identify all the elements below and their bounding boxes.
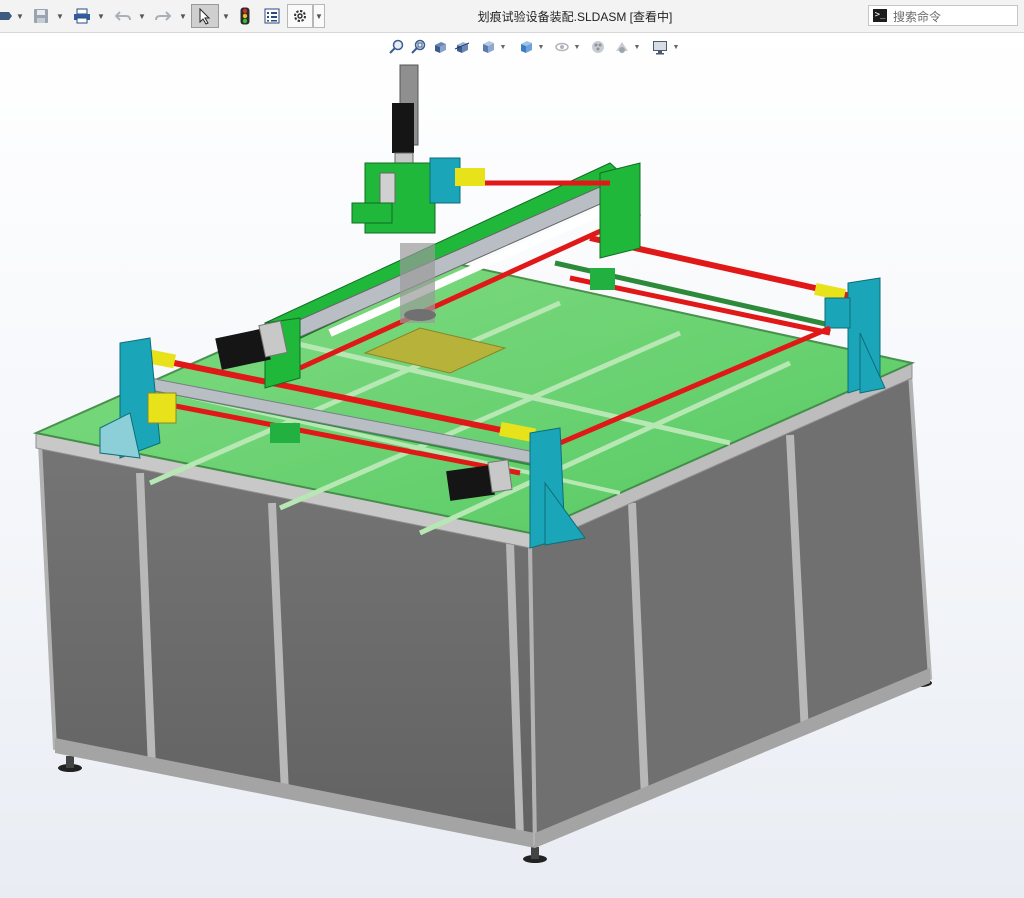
document-title: 划痕试验设备装配.SLDASM [查看中] [477,10,673,24]
search-commands-box[interactable]: >_ [868,5,1019,26]
view-orientation-icon[interactable] [478,36,498,58]
options-gear-icon[interactable] [287,4,313,28]
section-view-icon[interactable] [452,36,472,58]
chevron-down-icon[interactable]: ▼ [573,36,581,58]
open-menu-icon[interactable] [0,4,14,28]
chevron-down-icon[interactable]: ▼ [222,4,230,28]
chevron-down-icon[interactable]: ▼ [138,4,146,28]
file-properties-icon[interactable] [260,4,284,28]
save-icon[interactable] [30,4,52,28]
zoom-to-fit-icon[interactable] [386,36,406,58]
assembly-model[interactable] [0,33,1024,898]
chevron-down-icon[interactable]: ▼ [16,4,24,28]
print-icon[interactable] [70,4,94,28]
chevron-down-icon[interactable]: ▼ [97,4,105,28]
search-input[interactable] [891,7,1019,26]
chevron-down-icon[interactable]: ▼ [499,36,507,58]
heads-up-view-toolbar: ▼ ▼ ▼ ▼ ▼ [382,36,692,58]
hide-show-items-icon[interactable] [552,36,572,58]
redo-icon[interactable] [152,4,174,28]
chevron-down-icon[interactable]: ▼ [633,36,641,58]
chevron-down-icon[interactable]: ▼ [56,4,64,28]
display-style-icon[interactable] [516,36,536,58]
chevron-down-icon[interactable]: ▼ [179,4,187,28]
zoom-to-area-icon[interactable] [408,36,428,58]
chevron-down-icon[interactable]: ▼ [537,36,545,58]
chevron-down-icon[interactable]: ▼ [313,4,325,28]
view-settings-icon[interactable] [650,36,670,58]
graphics-area[interactable]: ▼ ▼ ▼ ▼ ▼ [0,33,1024,898]
title-bar: ▼ ▼ ▼ ▼ ▼ ▼ ▼ 划痕试验设备装配.SLDASM [查看中] >_ [0,0,1024,33]
select-icon[interactable] [191,4,219,28]
previous-view-icon[interactable] [430,36,450,58]
chevron-down-icon[interactable]: ▼ [672,36,680,58]
rebuild-traffic-light-icon[interactable] [236,4,254,28]
command-prompt-icon: >_ [873,9,887,22]
edit-appearance-icon[interactable] [588,36,608,58]
apply-scene-icon[interactable] [612,36,632,58]
undo-icon[interactable] [112,4,134,28]
